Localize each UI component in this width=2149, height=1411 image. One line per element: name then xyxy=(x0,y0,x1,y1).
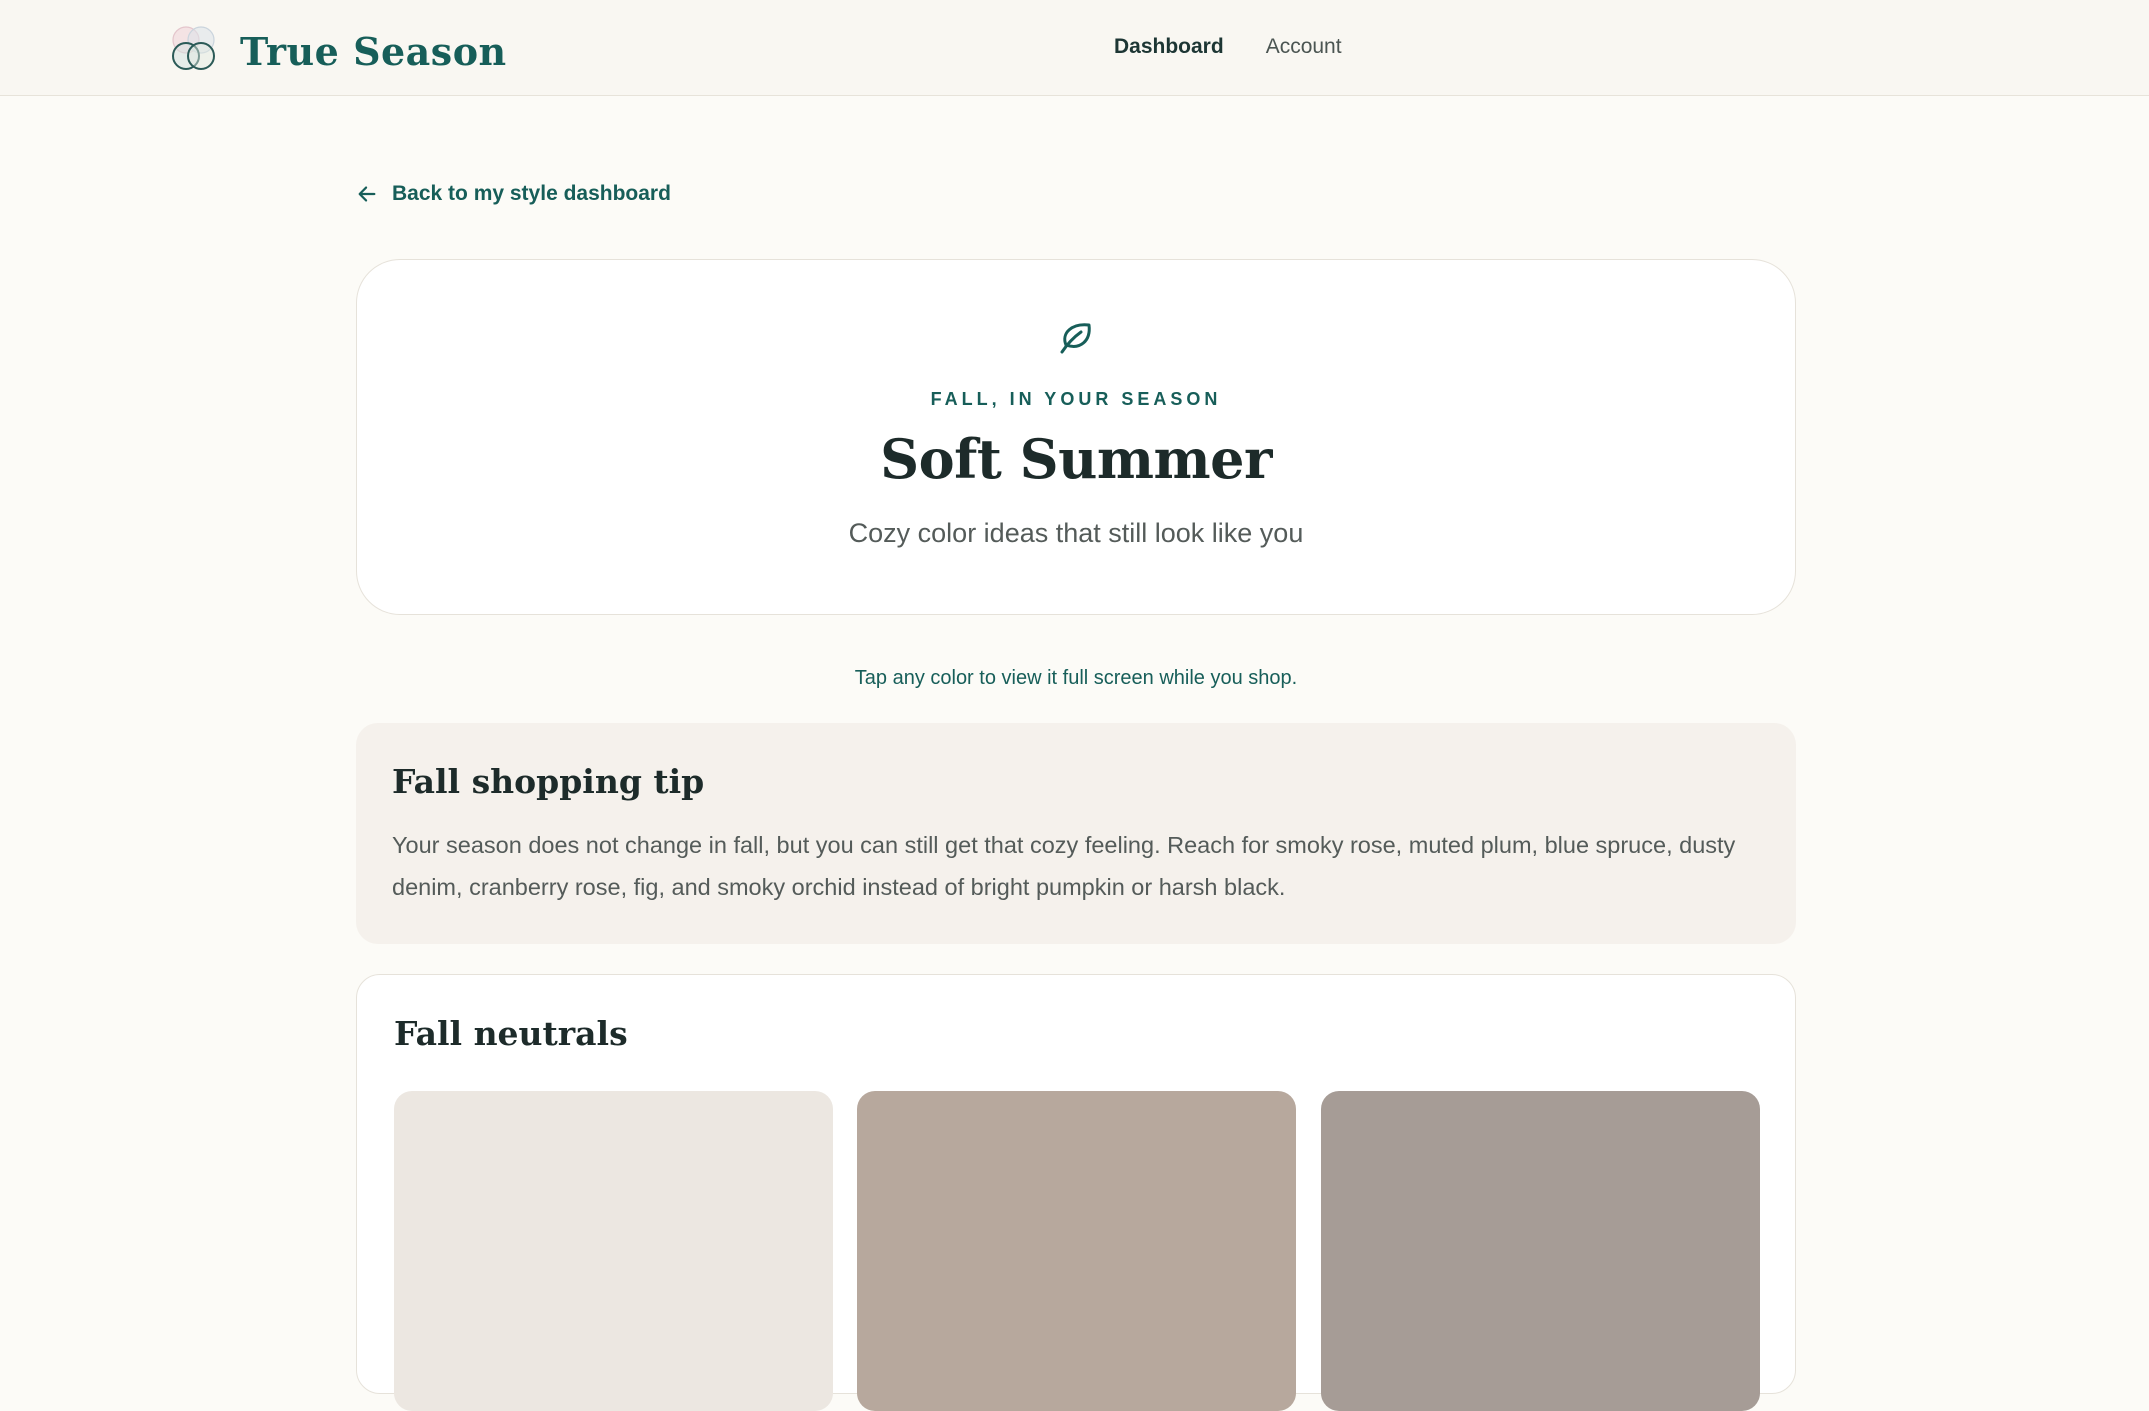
season-eyebrow: FALL, IN YOUR SEASON xyxy=(930,389,1222,409)
nav-account-link[interactable]: Account xyxy=(1266,34,1342,60)
brand-name: True Season xyxy=(240,29,507,74)
main-nav: Dashboard Account xyxy=(1114,34,1342,60)
season-hero-card: FALL, IN YOUR SEASON Soft Summer Cozy co… xyxy=(356,259,1796,615)
back-link-label: Back to my style dashboard xyxy=(392,182,671,205)
brand-home-link[interactable]: True Season xyxy=(168,24,507,74)
brand-logo-icon xyxy=(172,26,215,70)
tip-body: Your season does not change in fall, but… xyxy=(392,832,1736,900)
color-swatch[interactable] xyxy=(857,1091,1296,1411)
tip-title: Fall shopping tip xyxy=(392,762,705,801)
color-swatch[interactable] xyxy=(394,1091,833,1411)
fall-neutrals-card: Fall neutrals xyxy=(356,974,1796,1411)
nav-dashboard-link[interactable]: Dashboard xyxy=(1114,34,1224,60)
tap-color-hint: Tap any color to view it full screen whi… xyxy=(854,667,1298,689)
top-navigation-bar: True Season Dashboard Account xyxy=(0,0,2149,96)
neutrals-title: Fall neutrals xyxy=(394,1014,628,1053)
season-title: Soft Summer xyxy=(880,427,1272,491)
leaf-icon xyxy=(1060,323,1091,354)
season-subtitle: Cozy color ideas that still look like yo… xyxy=(848,518,1304,548)
arrow-left-icon xyxy=(358,186,376,202)
back-to-dashboard-link[interactable]: Back to my style dashboard xyxy=(356,181,671,207)
shopping-tip-card: Fall shopping tip Your season does not c… xyxy=(356,723,1796,944)
color-swatch[interactable] xyxy=(1321,1091,1760,1411)
